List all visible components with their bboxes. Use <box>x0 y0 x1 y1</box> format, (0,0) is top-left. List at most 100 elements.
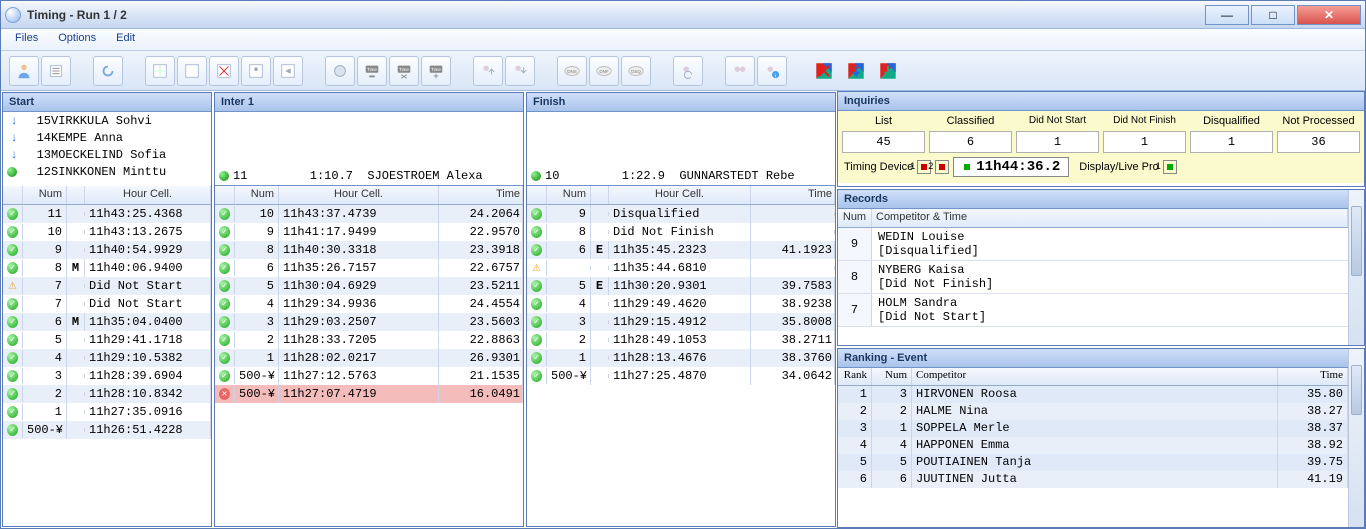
check-icon <box>7 262 18 274</box>
table-row[interactable]: 500-¥ 11h27:12.5763 21.1535 <box>215 367 523 385</box>
ranking-grid[interactable]: 13HIRVONEN Roosa35.80 22HALME Nina38.27 … <box>838 386 1348 527</box>
table-row[interactable]: 3 11h29:15.4912 35.8008 <box>527 313 835 331</box>
grid-x-icon[interactable] <box>209 56 239 86</box>
table-row[interactable]: 4 11h29:49.4620 38.9238 <box>527 295 835 313</box>
inter1-header: Inter 1 <box>215 93 523 112</box>
table-row[interactable]: 2 11h28:49.1053 38.2711 <box>527 331 835 349</box>
check-icon <box>219 298 230 310</box>
table-row[interactable]: 11h35:44.6810 <box>527 259 835 277</box>
inq-dsq[interactable]: 1 <box>1190 131 1273 153</box>
table-row[interactable]: 1 11h28:13.4676 38.3760 <box>527 349 835 367</box>
upcoming-row[interactable]: 12 SINKKONEN Minttu <box>3 163 211 180</box>
table-row[interactable]: 4 11h29:34.9936 24.4554 <box>215 295 523 313</box>
flag-down2-icon[interactable] <box>873 56 903 86</box>
time-minus-icon[interactable]: Time <box>357 56 387 86</box>
inq-list[interactable]: 45 <box>842 131 925 153</box>
table-row[interactable]: 11 11h43:25.4368 <box>3 205 211 223</box>
ranking-scrollbar[interactable] <box>1348 349 1364 527</box>
ranking-row[interactable]: 55POUTIAINEN Tanja39.75 <box>838 454 1348 471</box>
table-row[interactable]: 7 Did Not Start <box>3 277 211 295</box>
table-row[interactable]: 500-¥ 11h27:25.4870 34.0642 <box>527 367 835 385</box>
ranking-row[interactable]: 44HAPPONEN Emma38.92 <box>838 437 1348 454</box>
dnf-icon[interactable]: DNF <box>589 56 619 86</box>
grid1-icon[interactable] <box>145 56 175 86</box>
finish-grid[interactable]: 9 Disqualified 8 Did Not Finish 6 E 11h3… <box>527 205 835 526</box>
col-hour[interactable]: Hour Cell. <box>85 186 211 204</box>
records-grid[interactable]: 9 WEDIN Louise[Disqualified] 8 NYBERG Ka… <box>838 228 1348 345</box>
table-row[interactable]: 9 11h40:54.9929 <box>3 241 211 259</box>
inq-dns[interactable]: 1 <box>1016 131 1099 153</box>
table-row[interactable]: 4 11h29:10.5382 <box>3 349 211 367</box>
table-row[interactable]: 1 11h28:02.0217 26.9301 <box>215 349 523 367</box>
user-refresh-icon[interactable] <box>673 56 703 86</box>
time-plus-icon[interactable]: Time <box>421 56 451 86</box>
col-num[interactable]: Num <box>23 186 67 204</box>
inq-classified[interactable]: 6 <box>929 131 1012 153</box>
check-icon <box>531 334 542 346</box>
table-row[interactable]: 5 11h29:41.1718 <box>3 331 211 349</box>
menu-options[interactable]: Options <box>48 29 106 50</box>
close-button[interactable]: ✕ <box>1297 5 1361 25</box>
grid-user-icon[interactable] <box>241 56 271 86</box>
user-info-icon[interactable]: i <box>757 56 787 86</box>
user-up-icon[interactable] <box>473 56 503 86</box>
table-row[interactable]: 1 11h27:35.0916 <box>3 403 211 421</box>
maximize-button[interactable]: □ <box>1251 5 1295 25</box>
grid-send-icon[interactable] <box>273 56 303 86</box>
inq-np[interactable]: 36 <box>1277 131 1360 153</box>
minimize-button[interactable]: — <box>1205 5 1249 25</box>
table-row[interactable]: 9 11h41:17.9499 22.9570 <box>215 223 523 241</box>
inter1-grid[interactable]: 10 11h43:37.4739 24.2064 9 11h41:17.9499… <box>215 205 523 526</box>
record-row[interactable]: 8 NYBERG Kaisa[Did Not Finish] <box>838 261 1348 294</box>
check-icon <box>531 244 542 256</box>
record-row[interactable]: 7 HOLM Sandra[Did Not Start] <box>838 294 1348 327</box>
dns-icon[interactable]: DNS <box>557 56 587 86</box>
table-row[interactable]: 8 Did Not Finish <box>527 223 835 241</box>
menu-files[interactable]: Files <box>5 29 48 50</box>
start-grid[interactable]: 11 11h43:25.4368 10 11h43:13.2675 9 11h4… <box>3 205 211 526</box>
user-pair-icon[interactable] <box>725 56 755 86</box>
flag-x-icon[interactable] <box>809 56 839 86</box>
table-row[interactable]: 6 E 11h35:45.2323 41.1923 <box>527 241 835 259</box>
table-row[interactable]: 8 M 11h40:06.9400 <box>3 259 211 277</box>
upcoming-row[interactable]: ↓15 VIRKKULA Sohvi <box>3 112 211 129</box>
table-row[interactable]: 5 11h30:04.6929 23.5211 <box>215 277 523 295</box>
table-row[interactable]: 2 11h28:33.7205 22.8863 <box>215 331 523 349</box>
table-row[interactable]: 6 M 11h35:04.0400 <box>3 313 211 331</box>
table-row[interactable]: 6 11h35:26.7157 22.6757 <box>215 259 523 277</box>
ranking-row[interactable]: 66JUUTINEN Jutta41.19 <box>838 471 1348 488</box>
table-row[interactable]: 10 11h43:37.4739 24.2064 <box>215 205 523 223</box>
dot-icon[interactable] <box>325 56 355 86</box>
ranking-row[interactable]: 22HALME Nina38.27 <box>838 403 1348 420</box>
inq-dnf[interactable]: 1 <box>1103 131 1186 153</box>
grid2-icon[interactable] <box>177 56 207 86</box>
table-row[interactable]: 3 11h29:03.2507 23.5603 <box>215 313 523 331</box>
list-icon[interactable] <box>41 56 71 86</box>
titlebar[interactable]: Timing - Run 1 / 2 — □ ✕ <box>1 1 1365 29</box>
flag-down-icon[interactable] <box>841 56 871 86</box>
table-row[interactable]: 7 Did Not Start <box>3 295 211 313</box>
record-row[interactable]: 9 WEDIN Louise[Disqualified] <box>838 228 1348 261</box>
display-led-icon[interactable]: 1 <box>1163 160 1177 174</box>
table-row[interactable]: 9 Disqualified <box>527 205 835 223</box>
refresh-icon[interactable] <box>93 56 123 86</box>
table-row[interactable]: 8 11h40:30.3318 23.3918 <box>215 241 523 259</box>
table-row[interactable]: 10 11h43:13.2675 <box>3 223 211 241</box>
dsq-icon[interactable]: DSQ <box>621 56 651 86</box>
records-scrollbar[interactable] <box>1348 190 1364 345</box>
table-row[interactable]: 500-¥ 11h26:51.4228 <box>3 421 211 439</box>
ranking-row[interactable]: 31SOPPELA Merle38.37 <box>838 420 1348 437</box>
device2-led-icon[interactable]: 2 <box>935 160 949 174</box>
table-row[interactable]: 3 11h28:39.6904 <box>3 367 211 385</box>
user-down-icon[interactable] <box>505 56 535 86</box>
athlete-icon[interactable] <box>9 56 39 86</box>
table-row[interactable]: 2 11h28:10.8342 <box>3 385 211 403</box>
upcoming-row[interactable]: ↓14 KEMPE Anna <box>3 129 211 146</box>
table-row[interactable]: 5 E 11h30:20.9301 39.7583 <box>527 277 835 295</box>
menu-edit[interactable]: Edit <box>106 29 145 50</box>
table-row[interactable]: 500-¥ 11h27:07.4719 16.0491 <box>215 385 523 403</box>
time-x-icon[interactable]: Time <box>389 56 419 86</box>
ranking-row[interactable]: 13HIRVONEN Roosa35.80 <box>838 386 1348 403</box>
check-icon <box>531 280 542 292</box>
upcoming-row[interactable]: ↓13 MOECKELIND Sofia <box>3 146 211 163</box>
